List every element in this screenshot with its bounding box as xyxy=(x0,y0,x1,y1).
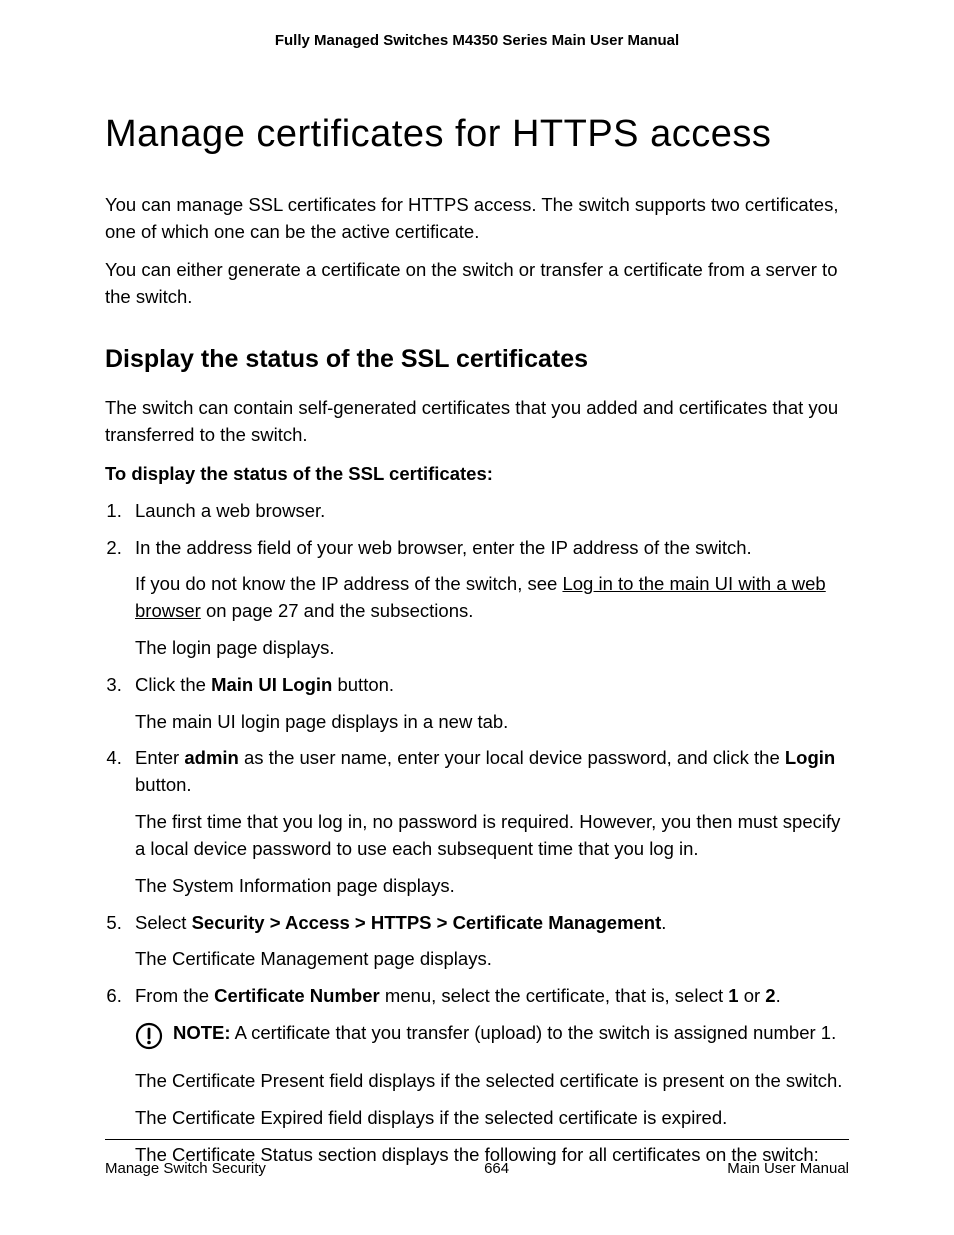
note-body: A certificate that you transfer (upload)… xyxy=(231,1022,837,1043)
step-2-sub-2: The login page displays. xyxy=(135,635,849,662)
step-3-sub-1: The main UI login page displays in a new… xyxy=(135,709,849,736)
step-1-text: Launch a web browser. xyxy=(135,500,325,521)
section-heading: Display the status of the SSL certificat… xyxy=(105,341,849,377)
instruction-heading: To display the status of the SSL certifi… xyxy=(105,461,849,488)
step-list: Launch a web browser. In the address fie… xyxy=(105,498,849,1169)
step-6-b3: 2 xyxy=(765,985,775,1006)
step-6-post: . xyxy=(776,985,781,1006)
step-2: In the address field of your web browser… xyxy=(127,535,849,662)
footer-page-number: 664 xyxy=(484,1158,509,1180)
section-intro: The switch can contain self-generated ce… xyxy=(105,395,849,449)
step-4-sub-1: The first time that you log in, no passw… xyxy=(135,809,849,863)
step-4: Enter admin as the user name, enter your… xyxy=(127,745,849,899)
intro-paragraph-2: You can either generate a certificate on… xyxy=(105,257,849,311)
step-2-sub-1-pre: If you do not know the IP address of the… xyxy=(135,573,562,594)
step-5-bold: Security > Access > HTTPS > Certificate … xyxy=(192,912,662,933)
footer-left: Manage Switch Security xyxy=(105,1158,266,1180)
page-title: Manage certificates for HTTPS access xyxy=(105,107,849,162)
step-5-post: . xyxy=(661,912,666,933)
step-6-sub-2: The Certificate Expired field displays i… xyxy=(135,1105,849,1132)
note-label: NOTE: xyxy=(173,1022,231,1043)
step-4-post: button. xyxy=(135,774,192,795)
step-2-text: In the address field of your web browser… xyxy=(135,537,752,558)
step-6-sub-1: The Certificate Present field displays i… xyxy=(135,1068,849,1095)
step-2-sub-1: If you do not know the IP address of the… xyxy=(135,571,849,625)
step-4-pre: Enter xyxy=(135,747,184,768)
page-footer: Manage Switch Security 664 Main User Man… xyxy=(105,1139,849,1180)
step-4-mid: as the user name, enter your local devic… xyxy=(239,747,785,768)
step-6-mid2: or xyxy=(739,985,766,1006)
step-3-pre: Click the xyxy=(135,674,211,695)
note-text: NOTE: A certificate that you transfer (u… xyxy=(173,1020,849,1047)
step-6-pre: From the xyxy=(135,985,214,1006)
step-5-sub-1: The Certificate Management page displays… xyxy=(135,946,849,973)
step-6-mid: menu, select the certificate, that is, s… xyxy=(380,985,729,1006)
step-3: Click the Main UI Login button. The main… xyxy=(127,672,849,736)
step-2-sub-1-post: on page 27 and the subsections. xyxy=(201,600,474,621)
alert-icon xyxy=(135,1022,163,1050)
intro-paragraph-1: You can manage SSL certificates for HTTP… xyxy=(105,192,849,246)
step-5-pre: Select xyxy=(135,912,192,933)
step-4-b2: Login xyxy=(785,747,835,768)
footer-rule xyxy=(105,1139,849,1140)
page: Fully Managed Switches M4350 Series Main… xyxy=(0,0,954,1235)
note-block: NOTE: A certificate that you transfer (u… xyxy=(135,1020,849,1050)
footer-right: Main User Manual xyxy=(727,1158,849,1180)
step-3-bold: Main UI Login xyxy=(211,674,332,695)
step-1: Launch a web browser. xyxy=(127,498,849,525)
step-6-b1: Certificate Number xyxy=(214,985,380,1006)
step-3-post: button. xyxy=(332,674,394,695)
step-4-sub-2: The System Information page displays. xyxy=(135,873,849,900)
step-6-b2: 1 xyxy=(728,985,738,1006)
step-4-b1: admin xyxy=(184,747,238,768)
step-5: Select Security > Access > HTTPS > Certi… xyxy=(127,910,849,974)
running-header: Fully Managed Switches M4350 Series Main… xyxy=(105,30,849,52)
